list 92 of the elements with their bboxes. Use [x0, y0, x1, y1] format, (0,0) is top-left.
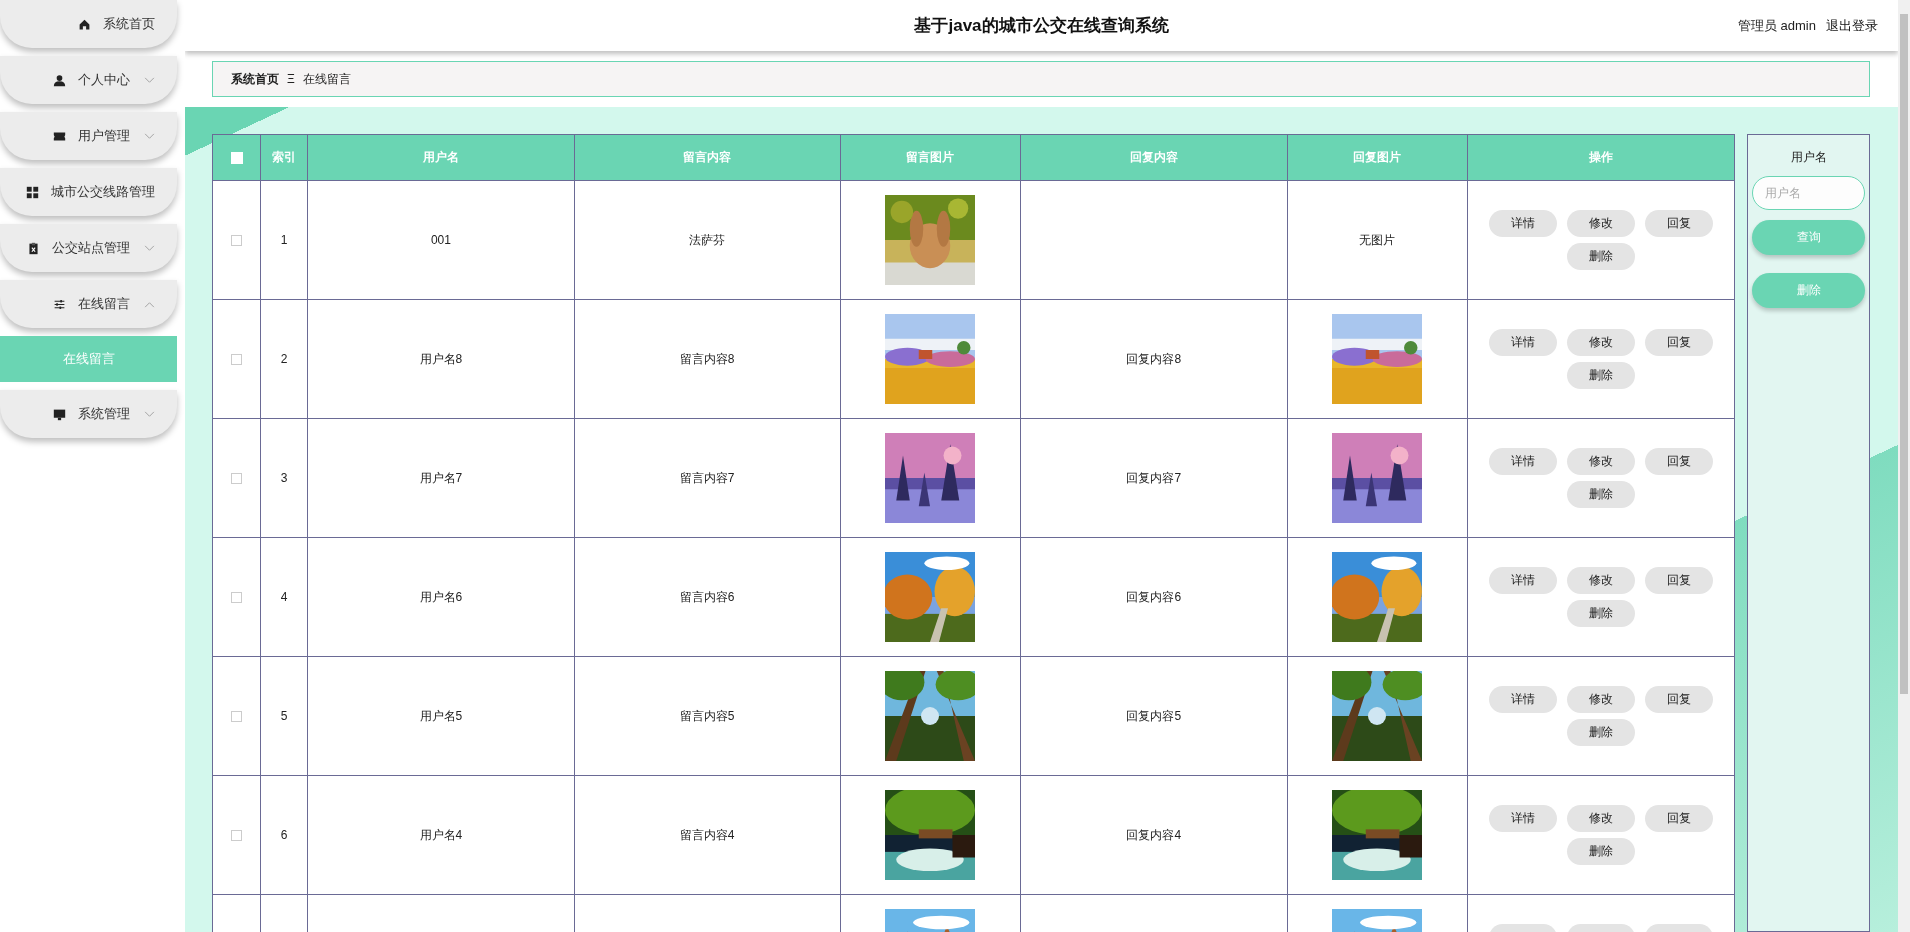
- breadcrumb-current: 在线留言: [302, 70, 351, 88]
- column-header: 回复内容: [1020, 134, 1288, 181]
- ticket-icon: [53, 129, 66, 143]
- system-title: 基于java的城市公交在线查询系统: [914, 15, 1169, 37]
- action-button[interactable]: 删除: [1567, 719, 1636, 746]
- table-cell: 用户名4: [419, 827, 463, 842]
- sidebar-item-label: 系统首页: [103, 15, 155, 33]
- checkbox[interactable]: [231, 592, 243, 604]
- action-button[interactable]: 详情: [1489, 567, 1558, 594]
- table-cell: 001: [430, 233, 451, 247]
- action-button[interactable]: 删除: [1567, 362, 1636, 389]
- action-button[interactable]: 回复: [1645, 686, 1714, 713]
- checkbox[interactable]: [231, 830, 243, 842]
- column-header: 索引: [260, 134, 308, 181]
- table-cell: 用户名5: [419, 708, 463, 723]
- username-search-field[interactable]: 用户名: [1752, 176, 1865, 210]
- table-cell: 回复内容6: [1126, 589, 1182, 604]
- table-cell: 留言内容4: [679, 827, 735, 842]
- table-cell: 无图片: [1359, 232, 1396, 247]
- grid-icon: [26, 185, 39, 199]
- table-cell: 回复内容4: [1126, 827, 1182, 842]
- action-button[interactable]: 修改: [1567, 686, 1636, 713]
- checkbox[interactable]: [231, 711, 243, 723]
- logout-link[interactable]: 退出登录: [1826, 17, 1878, 35]
- checkbox[interactable]: [231, 354, 243, 366]
- sidebar-item-label: 城市公交线路管理: [51, 183, 155, 201]
- action-button[interactable]: 删除: [1567, 481, 1636, 508]
- action-button[interactable]: 删除: [1567, 838, 1636, 865]
- column-header: 回复图片: [1287, 134, 1468, 181]
- sidebar-item-label: 个人中心: [78, 71, 130, 89]
- table-cell: 留言内容7: [679, 470, 735, 485]
- table-cell: 用户名8: [419, 351, 463, 366]
- table-cell: 回复内容7: [1126, 470, 1182, 485]
- action-button[interactable]: 详情: [1489, 329, 1558, 356]
- table-cell: 留言内容8: [679, 351, 735, 366]
- monitor-icon: [53, 407, 66, 421]
- action-button[interactable]: 修改: [1567, 210, 1636, 237]
- sidebar-item-label: 在线留言: [78, 295, 130, 313]
- sliders-icon: [53, 297, 66, 311]
- checkbox[interactable]: [231, 473, 243, 485]
- action-button[interactable]: 删除: [1567, 600, 1636, 627]
- sidebar-item[interactable]: 用户管理: [0, 112, 177, 160]
- column-header: 留言内容: [574, 134, 841, 181]
- table-cell: 用户名7: [419, 470, 463, 485]
- sidebar-item[interactable]: 城市公交线路管理: [0, 168, 177, 216]
- table-cell: 5: [280, 709, 288, 723]
- home-icon: [78, 17, 91, 31]
- admin-label: 管理员 admin: [1737, 17, 1816, 35]
- checkbox[interactable]: [231, 235, 243, 247]
- sidebar-item-label: 公交站点管理: [52, 239, 130, 257]
- table-cell: 回复内容5: [1126, 708, 1182, 723]
- action-button[interactable]: 修改: [1567, 329, 1636, 356]
- action-button[interactable]: 删除: [1567, 243, 1636, 270]
- table-cell: 留言内容6: [679, 589, 735, 604]
- action-button[interactable]: 回复: [1645, 805, 1714, 832]
- field-label: 用户名: [1790, 149, 1827, 166]
- action-button[interactable]: 详情: [1489, 448, 1558, 475]
- action-button[interactable]: 详情: [1489, 805, 1558, 832]
- sidebar-item[interactable]: 个人中心: [0, 56, 177, 104]
- user-icon: [53, 73, 66, 87]
- column-header: 留言图片: [840, 134, 1021, 181]
- column-header: 用户名: [307, 134, 575, 181]
- breadcrumb-link[interactable]: 系统首页: [231, 70, 279, 88]
- table-cell: 1: [280, 233, 288, 247]
- scrollbar[interactable]: [1898, 0, 1910, 932]
- table-cell: 4: [280, 590, 288, 604]
- clipboard-icon: [27, 241, 40, 255]
- table-cell: 2: [280, 352, 288, 366]
- action-button[interactable]: 修改: [1567, 805, 1636, 832]
- sidebar-item-label: 用户管理: [78, 127, 130, 145]
- action-button[interactable]: 回复: [1645, 210, 1714, 237]
- sidebar-item-label: 系统管理: [78, 405, 130, 423]
- sidebar-item[interactable]: 公交站点管理: [0, 224, 177, 272]
- table-cell: 法萨芬: [689, 232, 726, 247]
- table-cell: 回复内容8: [1126, 351, 1182, 366]
- sidebar-item[interactable]: 在线留言: [0, 280, 177, 328]
- sidebar-item[interactable]: 系统首页: [0, 0, 177, 48]
- action-button[interactable]: 修改: [1567, 567, 1636, 594]
- table-cell: 6: [280, 828, 288, 842]
- action-button[interactable]: 回复: [1645, 448, 1714, 475]
- action-button[interactable]: 详情: [1489, 210, 1558, 237]
- scrollbar-thumb[interactable]: [1900, 14, 1908, 694]
- action-button[interactable]: 修改: [1567, 448, 1636, 475]
- table-cell: 3: [280, 471, 288, 485]
- column-header: 操作: [1467, 134, 1735, 181]
- breadcrumb-separator: Ξ: [287, 72, 295, 86]
- action-button[interactable]: 详情: [1489, 686, 1558, 713]
- table-cell: 用户名6: [419, 589, 463, 604]
- sidebar-item[interactable]: 系统管理: [0, 390, 177, 438]
- action-button[interactable]: 回复: [1645, 329, 1714, 356]
- table-cell: 留言内容5: [679, 708, 735, 723]
- action-button[interactable]: 回复: [1645, 567, 1714, 594]
